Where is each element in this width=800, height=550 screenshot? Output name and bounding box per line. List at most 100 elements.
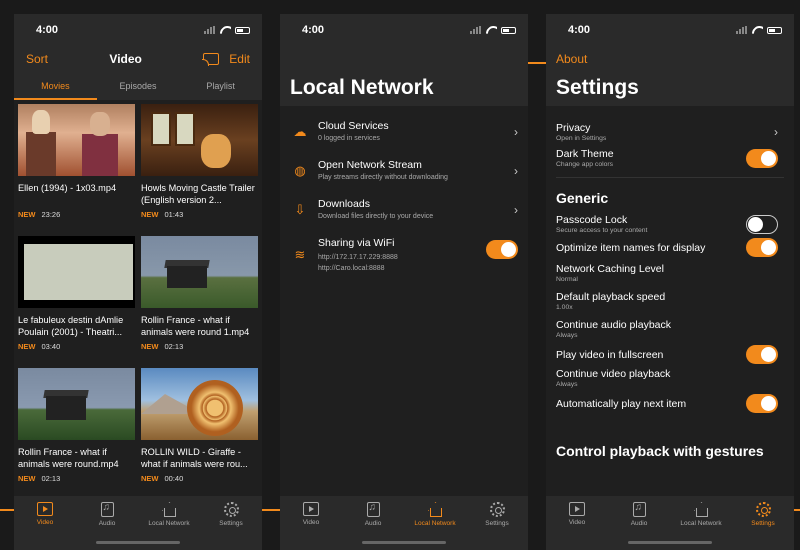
battery-icon	[235, 26, 250, 34]
dark-theme-toggle[interactable]	[746, 148, 778, 168]
tabbar-label: Video	[36, 519, 54, 526]
divider	[556, 177, 784, 178]
page-title: Settings	[546, 72, 794, 106]
tabbar-video[interactable]: Video	[546, 502, 608, 550]
downloads-row[interactable]: ⇩ Downloads Download files directly to yo…	[280, 192, 528, 227]
tabbar-label: Settings	[485, 520, 509, 527]
video-icon	[37, 502, 53, 516]
tab-bar: Video Audio Local Network Settings	[14, 496, 262, 550]
row-title: Dark Theme	[556, 148, 614, 160]
duration: 01:43	[164, 210, 184, 219]
row-subtitle: Download files directly to your device	[318, 213, 434, 220]
optimize-names-toggle[interactable]	[746, 238, 778, 257]
row-title: Cloud Services	[318, 120, 389, 132]
accent-line	[0, 509, 14, 511]
tab-playlist[interactable]: Playlist	[179, 72, 262, 100]
home-indicator	[96, 541, 180, 544]
tabbar-label: Video	[302, 519, 320, 526]
movie-tile[interactable]: Ellen (1994) - 1x03.mp4 NEW 23:26	[18, 104, 135, 236]
sort-button[interactable]: Sort	[26, 52, 48, 66]
row-subtitle: Play streams directly without downloadin…	[318, 174, 448, 181]
passcode-toggle[interactable]	[746, 214, 778, 234]
tabbar-label: Audio	[364, 520, 382, 527]
tab-bar: Video Audio Local Network Settings	[546, 496, 794, 550]
signal-icon	[204, 26, 216, 34]
movie-title: Rollin France - what if animals were rou…	[18, 447, 119, 469]
movie-tile[interactable]: Rollin France - what if animals were rou…	[18, 368, 135, 500]
autoplay-row: Automatically play next item	[546, 394, 794, 413]
playback-speed-row[interactable]: Default playback speed 1.00x	[546, 291, 794, 311]
movie-tile[interactable]: Rollin France - what if animals were rou…	[141, 236, 258, 368]
thumbnail	[141, 368, 258, 440]
row-title: Privacy	[556, 122, 591, 134]
sharing-wifi-row: ≋ Sharing via WiFi http://172.17.17.229:8…	[280, 231, 528, 279]
house-icon	[161, 502, 177, 517]
movie-title: Le fabuleux destin dAmlie Poulain (2001)…	[18, 315, 124, 337]
thumbnail	[141, 236, 258, 308]
sharing-url: http://Caro.local:8888	[318, 265, 385, 272]
chevron-right-icon: ›	[514, 124, 518, 139]
privacy-row[interactable]: Privacy Open in Settings ›	[546, 122, 794, 142]
tabbar-video[interactable]: Video	[280, 502, 342, 550]
movie-tile[interactable]: Le fabuleux destin dAmlie Poulain (2001)…	[18, 236, 135, 368]
caching-row[interactable]: Network Caching Level Normal	[546, 263, 794, 283]
continue-video-row[interactable]: Continue video playback Always	[546, 368, 794, 388]
duration: 02:13	[164, 342, 184, 351]
thumbnail	[18, 368, 135, 440]
autoplay-toggle[interactable]	[746, 394, 778, 413]
audio-icon	[100, 502, 114, 517]
cloud-services-row[interactable]: ☁ Cloud Services 0 logged in services ›	[280, 114, 528, 149]
battery-icon	[767, 26, 782, 34]
movie-tile[interactable]: Howls Moving Castle Trailer (English ver…	[141, 104, 258, 236]
tab-bar: Video Audio Local Network Settings	[280, 496, 528, 550]
edit-button[interactable]: Edit	[229, 52, 250, 66]
row-value: Normal	[556, 276, 578, 283]
status-time: 4:00	[302, 24, 325, 36]
new-badge: NEW	[18, 474, 36, 483]
new-badge: NEW	[141, 210, 159, 219]
new-badge: NEW	[18, 342, 36, 351]
duration: 03:40	[41, 342, 61, 351]
house-icon	[693, 502, 709, 517]
gear-icon	[223, 502, 239, 517]
download-icon: ⇩	[294, 201, 306, 217]
tabbar-settings[interactable]: Settings	[732, 502, 794, 550]
about-button[interactable]: About	[556, 52, 587, 66]
row-title: Continue audio playback	[556, 319, 671, 331]
network-stream-row[interactable]: ◍ Open Network Stream Play streams direct…	[280, 153, 528, 188]
wifi-icon	[486, 26, 497, 34]
tabbar-settings[interactable]: Settings	[200, 502, 262, 550]
section-header: Generic	[556, 190, 609, 206]
movie-tile[interactable]: ROLLIN WILD - Giraffe - what if animals …	[141, 368, 258, 500]
tab-movies[interactable]: Movies	[14, 72, 97, 100]
sharing-wifi-toggle[interactable]	[486, 239, 518, 259]
chevron-right-icon: ›	[514, 202, 518, 217]
segment-tabs: Movies Episodes Playlist	[14, 72, 262, 100]
gear-icon	[755, 502, 771, 517]
optimize-names-row: Optimize item names for display	[546, 238, 794, 257]
row-title: Default playback speed	[556, 291, 666, 303]
battery-icon	[501, 26, 516, 34]
new-badge: NEW	[18, 210, 36, 219]
movie-grid: Ellen (1994) - 1x03.mp4 NEW 23:26 Howls M…	[14, 100, 262, 500]
tabbar-settings[interactable]: Settings	[466, 502, 528, 550]
audio-icon	[366, 502, 380, 517]
new-badge: NEW	[141, 474, 159, 483]
row-title: Optimize item names for display	[556, 241, 706, 254]
continue-audio-row[interactable]: Continue audio playback Always	[546, 319, 794, 339]
tabbar-label: Local Network	[414, 520, 456, 527]
audio-icon	[632, 502, 646, 517]
chevron-right-icon: ›	[774, 125, 778, 139]
fullscreen-row: Play video in fullscreen	[546, 345, 794, 364]
status-time: 4:00	[36, 24, 59, 36]
tabbar-label: Settings	[219, 520, 243, 527]
signal-icon	[736, 26, 748, 34]
duration: 02:13	[41, 474, 61, 483]
status-time: 4:00	[568, 24, 591, 36]
video-icon	[569, 502, 585, 516]
tab-episodes[interactable]: Episodes	[97, 72, 180, 100]
cast-icon[interactable]	[202, 53, 220, 66]
tabbar-video[interactable]: Video	[14, 502, 76, 550]
dark-theme-row: Dark Theme Change app colors	[546, 148, 794, 168]
fullscreen-toggle[interactable]	[746, 345, 778, 364]
